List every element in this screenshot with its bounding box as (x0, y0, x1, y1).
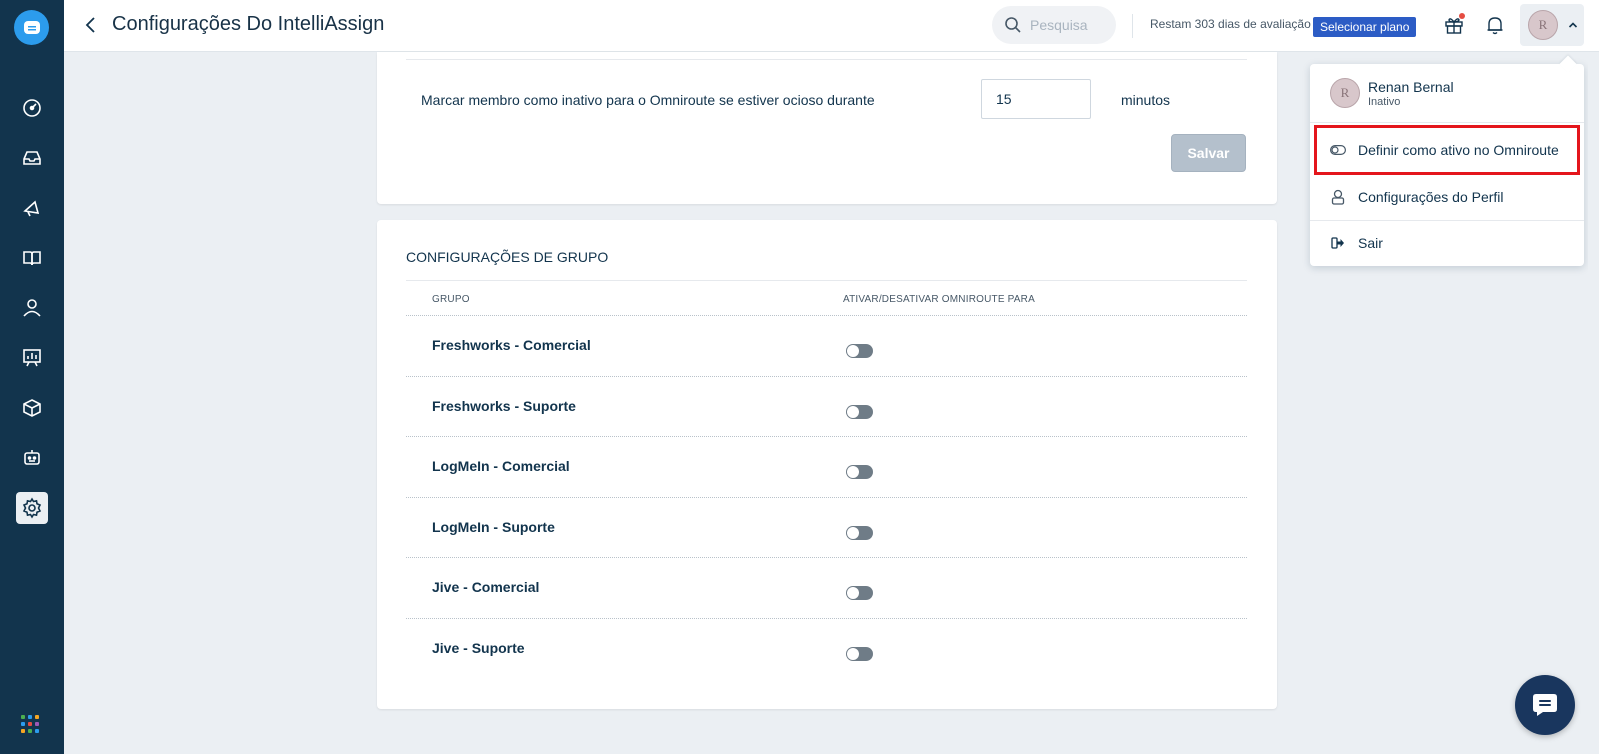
settings-icon[interactable] (16, 492, 48, 524)
box-icon[interactable] (16, 392, 48, 424)
chevron-up-icon (1568, 22, 1578, 28)
toggle-off-icon (1330, 142, 1346, 158)
trial-days-text: Restam 303 dias de avaliação (1150, 17, 1311, 31)
select-plan-button[interactable]: Selecionar plano (1313, 17, 1417, 37)
menu-item-label: Configurações do Perfil (1358, 189, 1504, 205)
chat-icon (1533, 694, 1557, 716)
table-row: Freshworks - Comercial (406, 316, 1247, 377)
group-name: Freshworks - Comercial (432, 337, 591, 353)
avatar: R (1330, 78, 1360, 108)
profile-menu-button[interactable]: R (1520, 4, 1584, 46)
table-row: Jive - Suporte (406, 619, 1247, 680)
omniroute-toggle[interactable] (846, 646, 873, 661)
group-name: LogMeIn - Comercial (432, 458, 570, 474)
group-settings-title: CONFIGURAÇÕES DE GRUPO (406, 249, 609, 265)
group-name: Jive - Suporte (432, 639, 525, 656)
omniroute-toggle[interactable] (846, 344, 873, 358)
menu-item-label: Definir como ativo no Omniroute (1358, 142, 1559, 158)
gift-icon[interactable] (1442, 13, 1466, 37)
omniroute-toggle[interactable] (846, 465, 873, 479)
notification-dot (1459, 13, 1465, 19)
group-name: Freshworks - Suporte (432, 397, 576, 414)
logout-item[interactable]: Sair (1314, 220, 1580, 266)
save-button[interactable]: Salvar (1171, 134, 1246, 172)
table-row: LogMeIn - Comercial (406, 437, 1247, 498)
book-icon[interactable] (16, 242, 48, 274)
megaphone-icon[interactable] (16, 192, 48, 224)
avatar: R (1528, 10, 1558, 40)
idle-timeout-label: Marcar membro como inativo para o Omniro… (421, 92, 875, 108)
apps-grid-icon[interactable] (21, 715, 39, 733)
header-divider (1132, 14, 1133, 38)
idle-minutes-input[interactable] (981, 79, 1091, 119)
bell-icon[interactable] (1483, 13, 1507, 37)
divider (1310, 122, 1584, 123)
dropdown-user-info: R Renan Bernal Inativo (1330, 78, 1454, 108)
table-row: LogMeIn - Suporte (406, 498, 1247, 558)
profile-dropdown: R Renan Bernal Inativo Definir como ativ… (1310, 64, 1584, 266)
chat-widget-button[interactable] (1515, 675, 1575, 735)
menu-item-label: Sair (1358, 235, 1383, 251)
logout-icon (1330, 235, 1346, 251)
omniroute-toggle[interactable] (846, 525, 873, 540)
set-active-omniroute-item[interactable]: Definir como ativo no Omniroute (1314, 125, 1580, 175)
group-name: Jive - Comercial (432, 579, 540, 595)
user-name: Renan Bernal (1368, 78, 1454, 95)
dashboard-icon[interactable] (16, 92, 48, 124)
user-status: Inativo (1368, 95, 1401, 108)
table-row: Freshworks - Suporte (406, 377, 1247, 437)
table-header: GRUPO ATIVAR/DESATIVAR OMNIROUTE PARA (406, 280, 1247, 316)
back-arrow-icon[interactable] (80, 14, 100, 36)
search-box[interactable] (992, 6, 1116, 44)
idle-settings-card: Marcar membro como inativo para o Omniro… (377, 52, 1277, 204)
omniroute-toggle[interactable] (846, 404, 873, 419)
group-table: GRUPO ATIVAR/DESATIVAR OMNIROUTE PARA Fr… (406, 280, 1247, 679)
group-settings-card: CONFIGURAÇÕES DE GRUPO GRUPO ATIVAR/DESA… (377, 220, 1277, 709)
divider (406, 59, 1247, 60)
search-input[interactable] (1030, 17, 1110, 33)
omniroute-toggle[interactable] (846, 586, 873, 600)
bot-icon[interactable] (16, 442, 48, 474)
idle-unit-label: minutos (1121, 92, 1171, 108)
scrollbar[interactable] (1588, 52, 1599, 754)
lock-user-icon (1330, 189, 1346, 205)
group-name: LogMeIn - Suporte (432, 518, 555, 535)
inbox-icon[interactable] (16, 142, 48, 174)
column-header-group: GRUPO (432, 294, 470, 305)
search-icon (1005, 17, 1021, 33)
top-header: Configurações Do IntelliAssign Restam 30… (64, 0, 1599, 52)
page-title: Configurações Do IntelliAssign (112, 13, 385, 35)
contacts-icon[interactable] (16, 292, 48, 324)
column-header-toggle: ATIVAR/DESATIVAR OMNIROUTE PARA (843, 294, 1035, 305)
table-row: Jive - Comercial (406, 558, 1247, 619)
profile-settings-item[interactable]: Configurações do Perfil (1314, 174, 1580, 220)
reports-icon[interactable] (16, 342, 48, 374)
sidebar (0, 0, 64, 754)
freshdesk-logo-icon[interactable] (14, 10, 49, 45)
